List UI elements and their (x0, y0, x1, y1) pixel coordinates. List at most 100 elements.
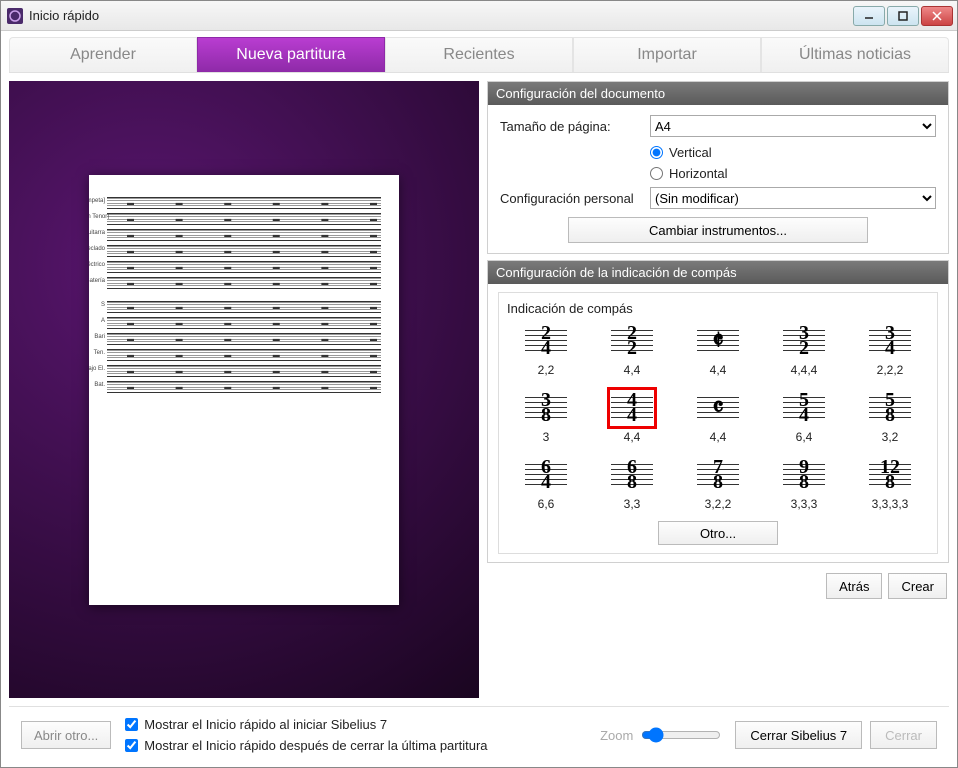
time-signature-icon: 68 (609, 456, 655, 494)
close-button[interactable]: Cerrar (870, 721, 937, 749)
instrument-label: A (89, 318, 107, 324)
maximize-button[interactable] (887, 6, 919, 26)
time-signature-icon: 78 (695, 456, 741, 494)
time-signature-icon: 58 (867, 389, 913, 427)
rest-marks: ▬▬▬▬▬▬ (127, 248, 377, 255)
time-signature-cell[interactable]: 342,2,2 (851, 322, 929, 377)
time-signature-caption: 6,4 (796, 430, 813, 444)
time-signature-icon: 22 (609, 322, 655, 360)
time-signature-cell[interactable]: 444,4 (593, 389, 671, 444)
time-signature-icon: 44 (609, 389, 655, 427)
create-button[interactable]: Crear (888, 573, 947, 599)
time-signature-cell[interactable]: 646,6 (507, 456, 585, 511)
staff-line: Bajo El.▬▬▬▬▬▬ (107, 365, 381, 377)
zoom-slider[interactable] (641, 727, 721, 743)
time-signature-icon: 128 (867, 456, 913, 494)
tab-news[interactable]: Últimas noticias (761, 37, 949, 72)
tab-recent[interactable]: Recientes (385, 37, 573, 72)
change-instruments-button[interactable]: Cambiar instrumentos... (568, 217, 868, 243)
tab-new-score[interactable]: Nueva partitura (197, 37, 385, 72)
time-signature-caption: 3,2 (882, 430, 899, 444)
time-signature-grid: 242,2224,4𝄵4,4324,4,4342,2,2383444,4𝄴4,4… (507, 322, 929, 511)
minimize-button[interactable] (853, 6, 885, 26)
open-other-button[interactable]: Abrir otro... (21, 721, 111, 749)
time-signature-caption: 4,4 (710, 363, 727, 377)
time-signature-icon: 𝄴 (695, 389, 741, 427)
nav-row: Atrás Crear (487, 569, 949, 609)
document-config-panel: Configuración del documento Tamaño de pá… (487, 81, 949, 254)
staff-line: Ten.▬▬▬▬▬▬ (107, 349, 381, 361)
app-icon (7, 8, 23, 24)
time-signature-icon: 98 (781, 456, 827, 494)
orientation-horizontal-label: Horizontal (669, 166, 728, 181)
instrument-label: Teclado (89, 246, 107, 252)
time-signature-caption: 4,4,4 (791, 363, 818, 377)
time-signature-title: Indicación de compás (507, 301, 929, 316)
instrument-label: Batería (89, 278, 107, 284)
orientation-horizontal-radio[interactable] (650, 167, 663, 180)
tab-bar: Aprender Nueva partitura Recientes Impor… (9, 37, 949, 73)
orientation-vertical-radio[interactable] (650, 146, 663, 159)
page-size-select[interactable]: A4 (650, 115, 936, 137)
time-signature-cell[interactable]: 1283,3,3,3 (851, 456, 929, 511)
time-signature-icon: 64 (523, 456, 569, 494)
time-signature-header: Configuración de la indicación de compás (488, 261, 948, 284)
time-signature-cell[interactable]: 98 3,3,3 (765, 456, 843, 511)
staff-line: Guitarra▬▬▬▬▬▬ (107, 229, 381, 241)
time-signature-cell[interactable]: 683,3 (593, 456, 671, 511)
time-signature-value: 34 (885, 326, 895, 356)
time-signature-icon: 32 (781, 322, 827, 360)
rest-marks: ▬▬▬▬▬▬ (127, 216, 377, 223)
time-signature-cell[interactable]: 583,2 (851, 389, 929, 444)
time-signature-value: 78 (713, 460, 723, 490)
document-config-header: Configuración del documento (488, 82, 948, 105)
time-signature-box: Indicación de compás 242,2224,4𝄵4,4324,4… (498, 292, 938, 554)
show-after-close-checkbox[interactable] (125, 739, 138, 752)
config-pane: Configuración del documento Tamaño de pá… (487, 81, 949, 698)
rest-marks: ▬▬▬▬▬▬ (127, 368, 377, 375)
time-signature-caption: 3 (543, 430, 550, 444)
page-size-label: Tamaño de página: (500, 119, 650, 134)
close-app-button[interactable]: Cerrar Sibelius 7 (735, 721, 862, 749)
zoom-label: Zoom (600, 728, 633, 743)
time-signature-cell[interactable]: 224,4 (593, 322, 671, 377)
rest-marks: ▬▬▬▬▬▬ (127, 352, 377, 359)
time-signature-cell[interactable]: 32 4,4,4 (765, 322, 843, 377)
time-signature-value: 58 (885, 393, 895, 423)
time-signature-caption: 3,3,3 (791, 497, 818, 511)
time-signature-cell[interactable]: 𝄵 4,4 (679, 322, 757, 377)
instrument-label: S (89, 302, 107, 308)
instrument-label: [Saxofón Tenor] (89, 214, 107, 220)
time-signature-caption: 4,4 (624, 430, 641, 444)
staff-line: [Saxofón Tenor]▬▬▬▬▬▬ (107, 213, 381, 225)
time-signature-value: 128 (880, 460, 900, 490)
rest-marks: ▬▬▬▬▬▬ (127, 304, 377, 311)
staff-line: Bat.▬▬▬▬▬▬ (107, 381, 381, 393)
score-preview-pane: [Trompeta]▬▬▬▬▬▬[Saxofón Tenor]▬▬▬▬▬▬Gui… (9, 81, 479, 698)
time-signature-cell[interactable]: 783,2,2 (679, 456, 757, 511)
show-on-startup-checkbox[interactable] (125, 718, 138, 731)
time-signature-cell[interactable]: 383 (507, 389, 585, 444)
time-signature-cell[interactable]: 242,2 (507, 322, 585, 377)
personal-config-select[interactable]: (Sin modificar) (650, 187, 936, 209)
time-signature-value: 54 (799, 393, 809, 423)
tab-learn[interactable]: Aprender (9, 37, 197, 72)
score-preview-page: [Trompeta]▬▬▬▬▬▬[Saxofón Tenor]▬▬▬▬▬▬Gui… (89, 175, 399, 605)
time-signature-value: 𝄵 (712, 331, 724, 351)
back-button[interactable]: Atrás (826, 573, 882, 599)
time-signature-other-button[interactable]: Otro... (658, 521, 778, 545)
quick-start-window: Inicio rápido Aprender Nueva partitura R… (0, 0, 958, 768)
instrument-label: Bajo El. (89, 366, 107, 372)
time-signature-cell[interactable]: 546,4 (765, 389, 843, 444)
tab-import[interactable]: Importar (573, 37, 761, 72)
close-window-button[interactable] (921, 6, 953, 26)
time-signature-caption: 4,4 (710, 430, 727, 444)
instrument-label: Bat. (89, 382, 107, 388)
zoom-group: Zoom (600, 727, 721, 743)
staff-line: A▬▬▬▬▬▬ (107, 317, 381, 329)
time-signature-icon: 54 (781, 389, 827, 427)
time-signature-panel: Configuración de la indicación de compás… (487, 260, 949, 563)
time-signature-value: 44 (627, 393, 637, 423)
time-signature-cell[interactable]: 𝄴 4,4 (679, 389, 757, 444)
time-signature-icon: 𝄵 (695, 322, 741, 360)
